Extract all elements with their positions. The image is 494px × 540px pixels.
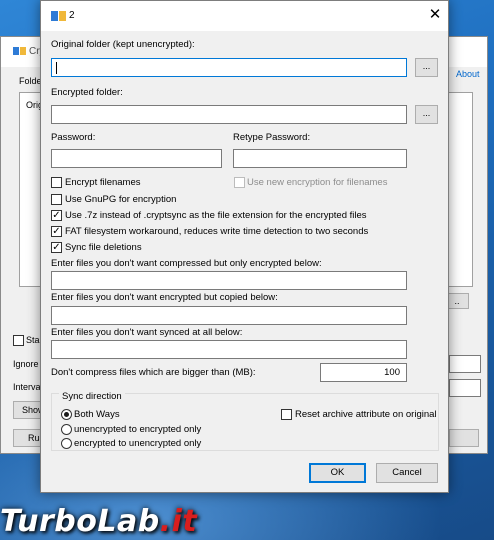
folder-pair-dialog: 2 ✕ Original folder (kept unencrypted): … bbox=[40, 0, 449, 493]
sync-deletions-label: Sync file deletions bbox=[65, 242, 142, 253]
interval-label: Interva bbox=[13, 382, 41, 392]
ignore-input[interactable] bbox=[449, 355, 481, 373]
radio-encrypted-to-unencrypted-label: encrypted to unencrypted only bbox=[74, 438, 202, 449]
reset-archive-checkbox[interactable] bbox=[281, 409, 292, 420]
ok-button[interactable]: OK bbox=[309, 463, 366, 483]
copied-label: Enter files you don't want encrypted but… bbox=[51, 292, 278, 303]
new-encryption-label: Use new encryption for filenames bbox=[247, 177, 388, 188]
retype-password-label: Retype Password: bbox=[233, 132, 311, 143]
encrypt-filenames-checkbox[interactable] bbox=[51, 177, 62, 188]
radio-both-ways-label: Both Ways bbox=[74, 409, 120, 420]
sync-deletions-checkbox[interactable]: ✓ bbox=[51, 242, 62, 253]
radio-both-ways[interactable] bbox=[61, 409, 72, 420]
not-synced-label: Enter files you don't want synced at all… bbox=[51, 327, 243, 338]
password-label: Password: bbox=[51, 132, 96, 143]
radio-encrypted-to-unencrypted[interactable] bbox=[61, 438, 72, 449]
dialog-titlebar: 2 ✕ bbox=[41, 1, 448, 31]
text-caret bbox=[56, 62, 57, 74]
encrypt-filenames-label: Encrypt filenames bbox=[65, 177, 141, 188]
compressed-only-input[interactable] bbox=[51, 271, 407, 290]
watermark-text: TurboLab bbox=[0, 504, 160, 539]
encrypted-folder-label: Encrypted folder: bbox=[51, 87, 123, 98]
fat-workaround-checkbox[interactable]: ✓ bbox=[51, 226, 62, 237]
browse-original-button[interactable]: ... bbox=[415, 58, 438, 77]
dialog-title: 2 bbox=[69, 10, 75, 21]
folder-label: Folde bbox=[19, 76, 42, 86]
browse-encrypted-button[interactable]: ... bbox=[415, 105, 438, 124]
interval-input[interactable] bbox=[449, 379, 481, 397]
run-button[interactable]: Ru bbox=[13, 429, 43, 447]
watermark-domain: .it bbox=[159, 504, 198, 539]
new-encryption-checkbox bbox=[234, 177, 245, 188]
original-folder-input[interactable] bbox=[51, 58, 407, 77]
cancel-button[interactable]: Cancel bbox=[376, 463, 438, 483]
watermark-logo: TurboLab.it bbox=[0, 504, 197, 539]
retype-password-input[interactable] bbox=[233, 149, 407, 168]
compressed-only-label: Enter files you don't want compressed bu… bbox=[51, 258, 322, 269]
close-icon[interactable]: ✕ bbox=[423, 5, 447, 27]
show-button[interactable]: Show bbox=[13, 401, 45, 419]
background-right-button[interactable] bbox=[449, 429, 479, 447]
reset-archive-label: Reset archive attribute on original bbox=[295, 409, 437, 420]
use-7z-label: Use .7z instead of .cryptsync as the fil… bbox=[65, 210, 367, 221]
sync-direction-legend: Sync direction bbox=[59, 391, 125, 402]
ignore-label: Ignore bbox=[13, 359, 39, 369]
max-size-input[interactable]: 100 bbox=[320, 363, 407, 382]
use-7z-checkbox[interactable]: ✓ bbox=[51, 210, 62, 221]
radio-unencrypted-to-encrypted-label: unencrypted to encrypted only bbox=[74, 424, 202, 435]
radio-selected-dot bbox=[64, 412, 69, 417]
about-link[interactable]: About bbox=[456, 69, 480, 79]
copied-input[interactable] bbox=[51, 306, 407, 325]
not-synced-input[interactable] bbox=[51, 340, 407, 359]
radio-unencrypted-to-encrypted[interactable] bbox=[61, 424, 72, 435]
app-icon bbox=[51, 11, 66, 21]
app-icon bbox=[13, 47, 26, 55]
use-gnupg-checkbox[interactable] bbox=[51, 194, 62, 205]
password-input[interactable] bbox=[51, 149, 222, 168]
original-folder-label: Original folder (kept unencrypted): bbox=[51, 39, 195, 50]
encrypted-folder-input[interactable] bbox=[51, 105, 407, 124]
max-size-label: Don't compress files which are bigger th… bbox=[51, 367, 256, 378]
use-gnupg-label: Use GnuPG for encryption bbox=[65, 194, 177, 205]
fat-workaround-label: FAT filesystem workaround, reduces write… bbox=[65, 226, 369, 237]
start-checkbox[interactable] bbox=[13, 335, 24, 346]
